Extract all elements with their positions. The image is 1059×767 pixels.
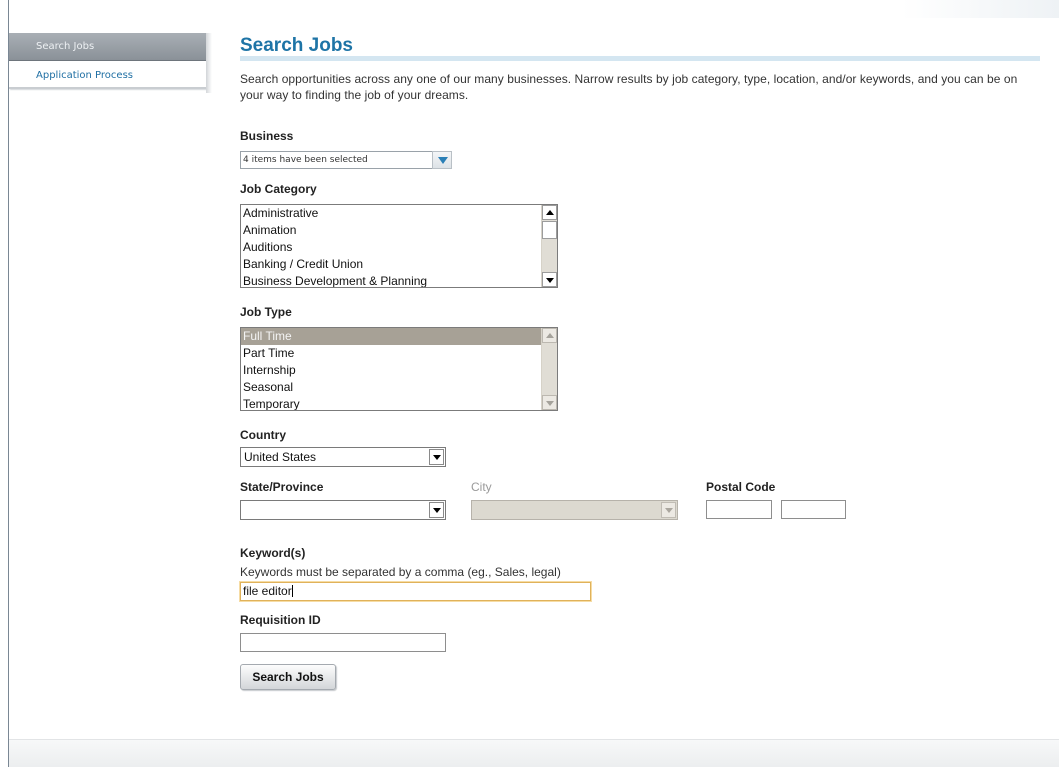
scroll-up-icon[interactable]	[542, 205, 557, 220]
scroll-up-icon[interactable]	[542, 328, 557, 343]
job-category-listbox[interactable]: Administrative Animation Auditions Banki…	[240, 204, 558, 288]
postal-code-label: Postal Code	[706, 480, 776, 494]
sidebar-item-search-jobs[interactable]: Search Jobs	[9, 33, 206, 61]
page-frame: Search Jobs Application Process Search J…	[8, 0, 1059, 767]
chevron-down-icon	[661, 502, 676, 518]
scroll-down-icon[interactable]	[542, 272, 557, 287]
search-form: Business 4 items have been selected Job …	[232, 0, 1052, 740]
list-item[interactable]: Auditions	[241, 239, 541, 256]
list-item[interactable]: Animation	[241, 222, 541, 239]
job-type-scrollbar[interactable]	[541, 328, 557, 410]
search-jobs-button[interactable]: Search Jobs	[240, 664, 336, 690]
keywords-label: Keyword(s)	[240, 546, 306, 560]
chevron-down-icon[interactable]	[429, 449, 444, 465]
business-dropdown-arrow-icon[interactable]	[432, 151, 452, 169]
list-item[interactable]: Part Time	[241, 345, 541, 362]
keywords-input[interactable]: file editor	[240, 582, 591, 601]
list-item[interactable]: Administrative	[241, 205, 541, 222]
city-select[interactable]	[471, 500, 678, 520]
business-multiselect[interactable]: 4 items have been selected	[240, 151, 433, 169]
keywords-value: file editor	[243, 584, 292, 598]
footer-strip	[9, 739, 1059, 767]
sidebar-shadow	[206, 33, 212, 93]
state-label: State/Province	[240, 480, 324, 494]
list-item[interactable]: Banking / Credit Union	[241, 256, 541, 273]
postal-code-input-2[interactable]	[781, 500, 846, 519]
list-item[interactable]: Business Development & Planning	[241, 273, 541, 287]
text-caret	[291, 585, 293, 597]
scroll-down-icon[interactable]	[542, 395, 557, 410]
business-label: Business	[240, 129, 294, 143]
country-select[interactable]: United States	[240, 447, 446, 467]
job-category-label: Job Category	[240, 182, 317, 196]
postal-code-input-1[interactable]	[706, 500, 772, 519]
job-category-scrollbar[interactable]	[541, 205, 557, 287]
city-label: City	[471, 480, 492, 494]
job-type-listbox[interactable]: Full Time Part Time Internship Seasonal …	[240, 327, 558, 411]
job-type-label: Job Type	[240, 305, 292, 319]
sidebar-item-application-process[interactable]: Application Process	[9, 63, 206, 89]
sidebar: Search Jobs Application Process	[9, 33, 206, 89]
list-item[interactable]: Seasonal	[241, 379, 541, 396]
list-item-selected[interactable]: Full Time	[241, 328, 541, 345]
list-item[interactable]: Internship	[241, 362, 541, 379]
requisition-id-label: Requisition ID	[240, 613, 321, 627]
country-label: Country	[240, 428, 286, 442]
list-item[interactable]: Temporary	[241, 396, 541, 410]
chevron-down-icon[interactable]	[429, 502, 444, 518]
scrollbar-thumb[interactable]	[542, 221, 557, 239]
country-value: United States	[244, 450, 317, 464]
keywords-hint: Keywords must be separated by a comma (e…	[240, 565, 561, 579]
requisition-id-input[interactable]	[240, 633, 446, 652]
state-select[interactable]	[240, 500, 446, 520]
